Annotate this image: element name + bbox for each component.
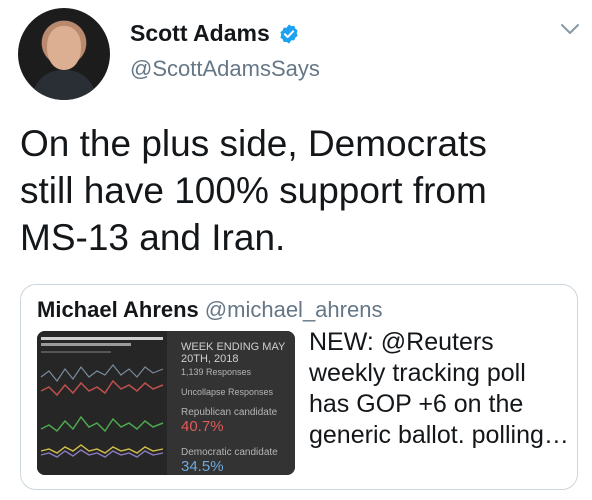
avatar-face <box>47 26 81 70</box>
author-handle[interactable]: @ScottAdamsSays <box>130 56 320 82</box>
democratic-value: 34.5% <box>181 458 224 475</box>
tweet-card: Scott Adams @ScottAdamsSays On the plus … <box>0 0 592 500</box>
poll-chart-image <box>37 331 167 475</box>
author-name-row: Scott Adams <box>130 20 300 47</box>
poll-summary-panel: WEEK ENDING MAY 20TH, 2018 1,139 Respons… <box>167 331 295 475</box>
quoted-tweet-header: Michael Ahrens @michael_ahrens <box>37 297 382 323</box>
tweet-text: On the plus side, Democrats still have 1… <box>20 123 487 258</box>
author-display-name[interactable]: Scott Adams <box>130 20 270 47</box>
verified-badge-icon <box>280 23 298 44</box>
republican-value: 40.7% <box>181 418 224 435</box>
avatar-shirt <box>32 70 96 100</box>
quoted-tweet-text: NEW: @Reuters weekly tracking poll has G… <box>309 328 569 449</box>
poll-week-label: WEEK ENDING MAY 20TH, 2018 <box>181 341 286 365</box>
poll-responses: 1,139 Responses <box>181 367 252 377</box>
quoted-author-handle: @michael_ahrens <box>204 297 383 322</box>
poll-uncollapse: Uncollapse Responses <box>181 387 274 397</box>
quoted-author-name: Michael Ahrens <box>37 297 199 322</box>
quoted-tweet[interactable]: Michael Ahrens @michael_ahrens WEEK ENDIN… <box>20 284 578 490</box>
quoted-media-thumbnail[interactable]: WEEK ENDING MAY 20TH, 2018 1,139 Respons… <box>37 331 295 475</box>
avatar[interactable] <box>18 8 110 100</box>
democratic-label: Democratic candidate <box>181 447 278 458</box>
republican-label: Republican candidate <box>181 407 278 418</box>
chevron-down-icon[interactable] <box>560 22 580 36</box>
